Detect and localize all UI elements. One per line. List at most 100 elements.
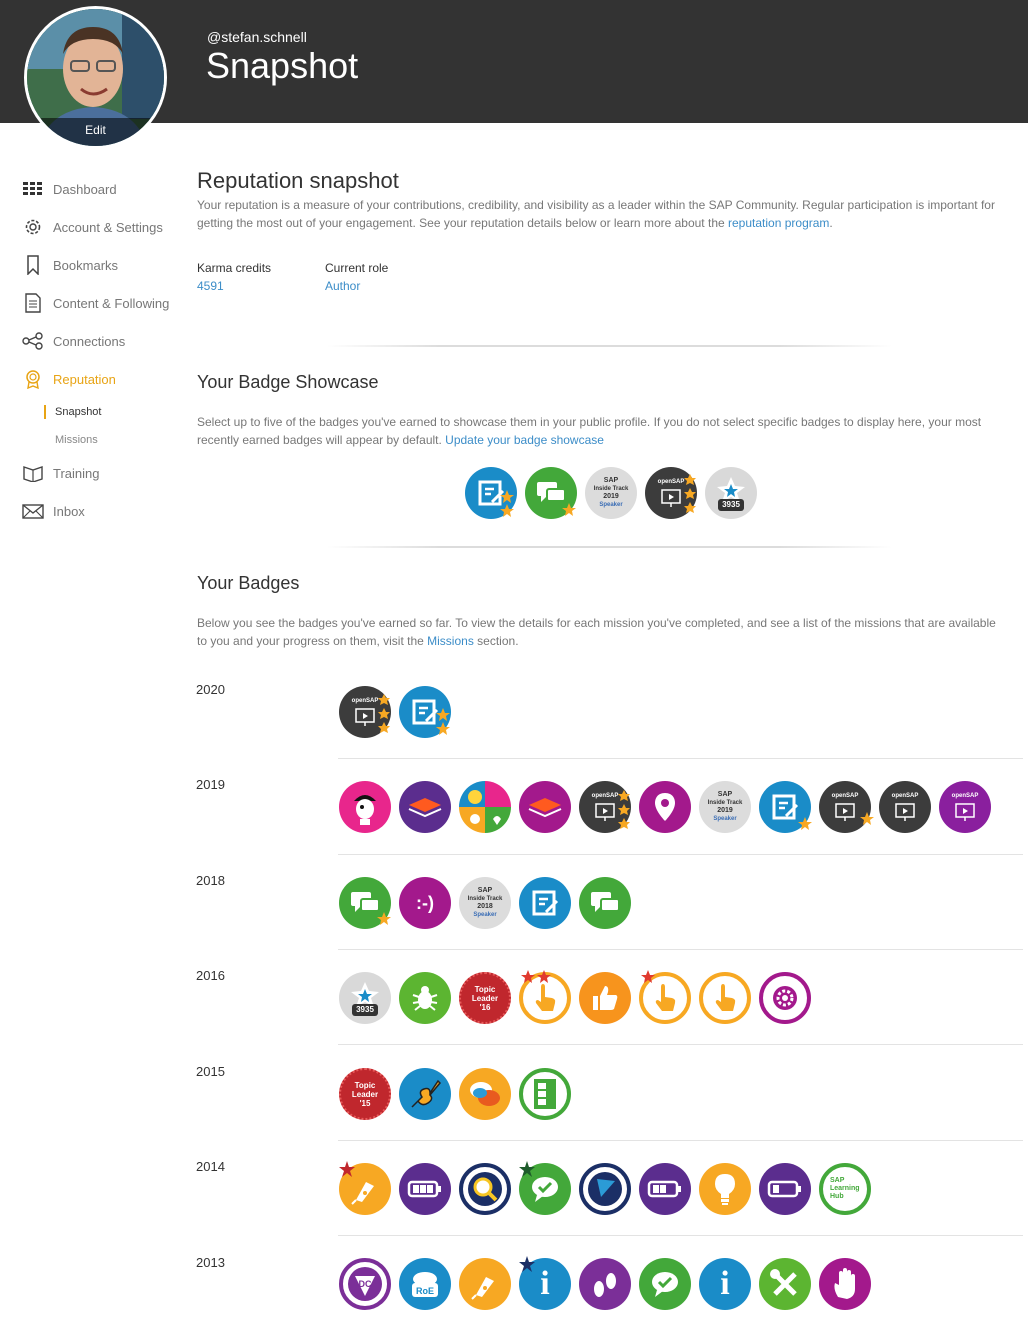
badge-lightbulb[interactable]	[699, 1163, 751, 1215]
row-divider	[338, 1235, 1023, 1236]
karma-value[interactable]: 4591	[197, 279, 224, 293]
star-icon	[519, 1256, 535, 1272]
avatar-edit-button[interactable]: Edit	[27, 118, 164, 146]
badge-top-contributor[interactable]: 3935	[339, 972, 391, 1024]
badges-title: Your Badges	[197, 573, 300, 593]
badge-chat-check[interactable]	[639, 1258, 691, 1310]
star-icon	[378, 694, 390, 733]
sidebar-item-reputation[interactable]: Reputation	[22, 360, 182, 398]
badge-search-moon[interactable]	[459, 1163, 511, 1215]
badge-guitar[interactable]	[399, 1068, 451, 1120]
star-icon	[641, 970, 655, 983]
badge-battery-half[interactable]	[639, 1163, 691, 1215]
badge-purple-layer[interactable]	[399, 781, 451, 833]
sidebar-subitem-missions[interactable]: Missions	[22, 426, 182, 454]
sidebar-item-label: Dashboard	[53, 181, 117, 197]
star-icon	[436, 708, 450, 735]
badge-tools[interactable]	[759, 1258, 811, 1310]
badge-inside-track-2018[interactable]: SAP Inside Track 2018 Speaker	[459, 877, 511, 929]
role-value[interactable]: Author	[325, 279, 360, 293]
update-showcase-link[interactable]: Update your badge showcase	[445, 433, 604, 447]
badge-opensap[interactable]: openSAP	[879, 781, 931, 833]
badge-flag-blue[interactable]	[579, 1163, 631, 1215]
badge-bug[interactable]	[399, 972, 451, 1024]
presentation-icon	[595, 803, 615, 821]
ribbon-icon	[22, 368, 44, 390]
dc-text: DC	[359, 1279, 372, 1289]
section-divider	[327, 345, 892, 347]
sidebar-item-bookmarks[interactable]: Bookmarks	[22, 246, 182, 284]
layer-icon	[408, 798, 442, 818]
row-divider	[338, 949, 1023, 950]
badge-click[interactable]	[699, 972, 751, 1024]
badge-hand[interactable]	[819, 1258, 871, 1310]
year-label: 2019	[196, 777, 225, 792]
sidebar-item-dashboard[interactable]: Dashboard	[22, 170, 182, 208]
badge-inside-track-2019[interactable]: SAP Inside Track 2019 Speaker	[699, 781, 751, 833]
row-divider	[338, 1044, 1023, 1045]
sidebar-item-label: Training	[53, 465, 100, 481]
reputation-description: Your reputation is a measure of your con…	[197, 198, 995, 230]
badge-discussion[interactable]	[579, 877, 631, 929]
badge-magenta-layer[interactable]	[519, 781, 571, 833]
badge-speech-bubbles[interactable]	[459, 1068, 511, 1120]
sidebar-item-connections[interactable]: Connections	[22, 322, 182, 360]
badge-inside-track-2019[interactable]: SAP Inside Track 2019 Speaker	[585, 467, 637, 519]
gear-icon	[773, 986, 797, 1010]
row-divider	[338, 854, 1023, 855]
role-label: Current role	[325, 261, 389, 275]
reputation-program-link[interactable]: reputation program	[728, 216, 829, 230]
sidebar-item-account-settings[interactable]: Account & Settings	[22, 208, 182, 246]
badge-battery-low[interactable]	[759, 1163, 811, 1215]
badge-roe[interactable]: RoE	[399, 1258, 451, 1310]
badge-pirate[interactable]	[339, 781, 391, 833]
badge-gear-purple[interactable]	[759, 972, 811, 1024]
hand-icon	[834, 1268, 855, 1299]
magnifier-icon	[468, 1172, 502, 1206]
year-label: 2020	[196, 682, 225, 697]
badge-writer-pen[interactable]	[459, 1258, 511, 1310]
shield-icon: DC	[348, 1267, 382, 1301]
bookmark-icon	[22, 254, 44, 276]
edit-document-icon	[772, 794, 799, 820]
badge-dc-shield[interactable]: DC	[339, 1258, 391, 1310]
badge-topic-leader-16[interactable]: Topic Leader '16	[459, 972, 511, 1024]
badge-topic-leader-15[interactable]: Topic Leader '15	[339, 1068, 391, 1120]
star-icon	[521, 970, 551, 983]
star-icon	[351, 981, 379, 1007]
star-icon	[562, 503, 576, 516]
sidebar-item-label: Content & Following	[53, 295, 170, 311]
badge-learning-hub[interactable]: SAP Learning Hub	[819, 1163, 871, 1215]
avatar[interactable]: Edit	[24, 6, 167, 149]
badge-footprints[interactable]	[579, 1258, 631, 1310]
flag-icon	[588, 1172, 622, 1206]
sidebar-item-content-following[interactable]: Content & Following	[22, 284, 182, 322]
sidebar-item-training[interactable]: Training	[22, 454, 182, 492]
sidebar-item-label: Account & Settings	[53, 219, 163, 235]
sidebar-item-label: Reputation	[53, 371, 116, 387]
presentation-icon	[355, 708, 375, 726]
year-label: 2016	[196, 968, 225, 983]
badge-emoji-quad[interactable]	[459, 781, 511, 833]
badge-opensap-purple[interactable]: openSAP	[939, 781, 991, 833]
badge-checklist[interactable]	[519, 1068, 571, 1120]
badge-top-contributor[interactable]: 3935	[705, 467, 757, 519]
sidebar-subitem-snapshot[interactable]: Snapshot	[22, 398, 182, 426]
badge-smiley[interactable]: :-)	[399, 877, 451, 929]
roe-text: RoE	[416, 1286, 434, 1296]
missions-link[interactable]: Missions	[427, 634, 474, 648]
pirate-icon	[354, 795, 376, 825]
chat-check-icon	[532, 1177, 558, 1202]
badge-info[interactable]: i	[699, 1258, 751, 1310]
badge-battery-full[interactable]	[399, 1163, 451, 1215]
year-label: 2013	[196, 1255, 225, 1270]
sidebar-item-inbox[interactable]: Inbox	[22, 492, 182, 530]
share-icon	[22, 330, 44, 352]
chat-check-icon	[652, 1272, 678, 1297]
badge-blog-writer[interactable]	[519, 877, 571, 929]
envelope-icon	[22, 500, 44, 522]
fountain-pen-icon	[471, 1277, 494, 1300]
username-handle: @stefan.schnell	[207, 29, 307, 45]
badge-location[interactable]	[639, 781, 691, 833]
badge-thumbs-up[interactable]	[579, 972, 631, 1024]
